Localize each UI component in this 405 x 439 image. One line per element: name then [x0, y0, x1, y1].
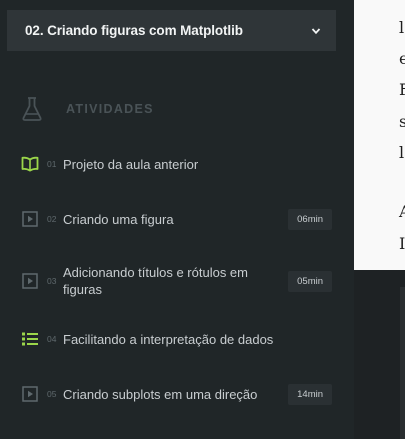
lesson-item-04[interactable]: 04 Facilitando a interpretação de dados [14, 327, 332, 351]
video-play-icon [17, 211, 43, 227]
lesson-item-02[interactable]: 02 Criando uma figura 06min [14, 206, 332, 232]
lesson-item-03[interactable]: 03 Adicionando títulos e rótulos em figu… [14, 263, 332, 299]
content-text-fragment: l [399, 143, 405, 162]
activities-header: ATIVIDADES [18, 92, 318, 126]
code-block-edge [400, 287, 405, 439]
video-play-icon [17, 273, 43, 289]
lesson-title: Projeto da aula anterior [63, 156, 199, 172]
duration-badge: 05min [288, 270, 332, 292]
duration-badge: 14min [288, 383, 332, 405]
lesson-number: 03 [47, 276, 57, 286]
lesson-number: 01 [47, 159, 57, 169]
lesson-title: Adicionando títulos e rótulos em figuras [63, 265, 248, 297]
content-page: l e F s l A I [354, 0, 405, 270]
lesson-number: 02 [47, 214, 57, 224]
content-text-fragment: F [399, 80, 405, 99]
content-text-fragment: s [399, 112, 405, 131]
duration-badge: 06min [288, 208, 332, 230]
lesson-title: Facilitando a interpretação de dados [63, 331, 274, 347]
content-text-fragment: e [399, 49, 405, 68]
flask-icon [22, 97, 42, 121]
lesson-title: Criando uma figura [63, 211, 174, 227]
content-text-fragment: A [399, 202, 405, 221]
chevron-down-icon [311, 27, 321, 34]
lesson-number: 04 [47, 334, 57, 344]
lesson-title: Criando subplots em uma direção [63, 386, 258, 402]
video-play-icon [17, 386, 43, 402]
lesson-content-area: l e F s l A I [354, 0, 405, 439]
lesson-number: 05 [47, 389, 57, 399]
course-sidebar: 02. Criando figuras com Matplotlib ATIVI… [0, 0, 354, 439]
course-section-title: 02. Criando figuras com Matplotlib [25, 23, 243, 38]
lesson-item-05[interactable]: 05 Criando subplots em uma direção 14min [14, 381, 332, 407]
activities-label: ATIVIDADES [66, 102, 154, 116]
course-section-dropdown[interactable]: 02. Criando figuras com Matplotlib [7, 10, 336, 51]
list-icon [17, 331, 43, 347]
content-text-fragment: l [399, 18, 405, 37]
content-text-fragment: I [399, 234, 405, 253]
lesson-item-01[interactable]: 01 Projeto da aula anterior [14, 152, 332, 176]
open-book-icon [17, 156, 43, 172]
